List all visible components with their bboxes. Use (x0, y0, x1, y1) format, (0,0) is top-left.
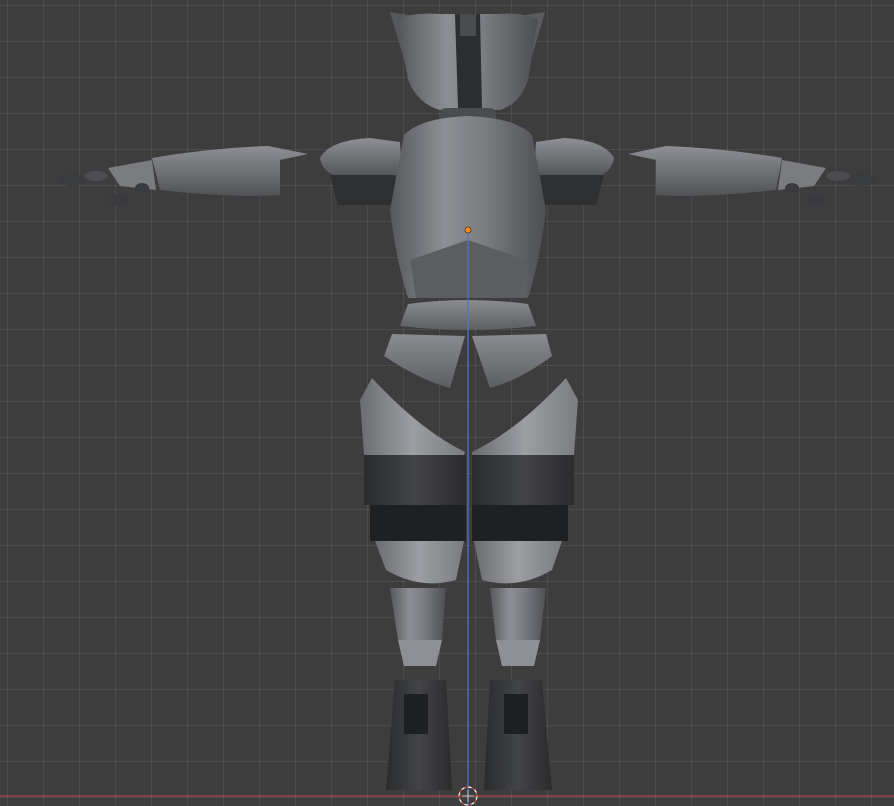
left-thigh-plate[interactable] (360, 378, 465, 455)
left-upper-arm-dark[interactable] (330, 175, 398, 205)
right-thigh-band-darker[interactable] (472, 505, 568, 541)
right-shoulder-pad[interactable] (534, 138, 614, 178)
right-forearm[interactable] (628, 146, 782, 196)
hip-right-plate[interactable] (472, 334, 552, 388)
object-origin-icon[interactable] (464, 226, 472, 234)
right-hand[interactable] (778, 160, 826, 190)
left-ankle-guard[interactable] (398, 640, 442, 666)
left-finger-4[interactable] (135, 183, 149, 193)
left-finger-2[interactable] (84, 171, 108, 181)
right-ankle-guard[interactable] (496, 640, 540, 666)
hip-left-plate[interactable] (384, 334, 465, 388)
head[interactable] (390, 12, 545, 111)
left-finger-3[interactable] (106, 194, 130, 206)
right-shin[interactable] (490, 588, 546, 640)
left-thigh-band-dark[interactable] (364, 455, 466, 505)
right-thigh-band-dark[interactable] (472, 455, 574, 505)
right-knee-cap[interactable] (474, 541, 562, 584)
left-finger-1[interactable] (58, 174, 86, 186)
right-thigh-plate[interactable] (472, 378, 578, 455)
left-leg[interactable] (360, 378, 466, 790)
left-hand[interactable] (108, 160, 156, 190)
right-finger-3[interactable] (804, 194, 828, 206)
left-shin[interactable] (390, 588, 446, 640)
3d-viewport[interactable] (0, 0, 894, 806)
right-finger-2[interactable] (826, 171, 850, 181)
left-boot-highlight (404, 694, 428, 734)
left-knee-cap[interactable] (375, 541, 464, 584)
right-upper-arm-dark[interactable] (540, 175, 604, 205)
left-arm[interactable] (58, 138, 402, 206)
right-arm[interactable] (534, 138, 876, 206)
head-stripe-highlight (460, 14, 476, 36)
left-forearm[interactable] (152, 146, 308, 196)
right-finger-4[interactable] (785, 183, 799, 193)
right-boot-highlight (504, 694, 528, 734)
left-thigh-band-darker[interactable] (370, 505, 466, 541)
right-leg[interactable] (472, 378, 578, 790)
robot-model[interactable] (0, 0, 894, 806)
left-shoulder-pad[interactable] (320, 138, 402, 178)
right-finger-1[interactable] (848, 174, 876, 186)
